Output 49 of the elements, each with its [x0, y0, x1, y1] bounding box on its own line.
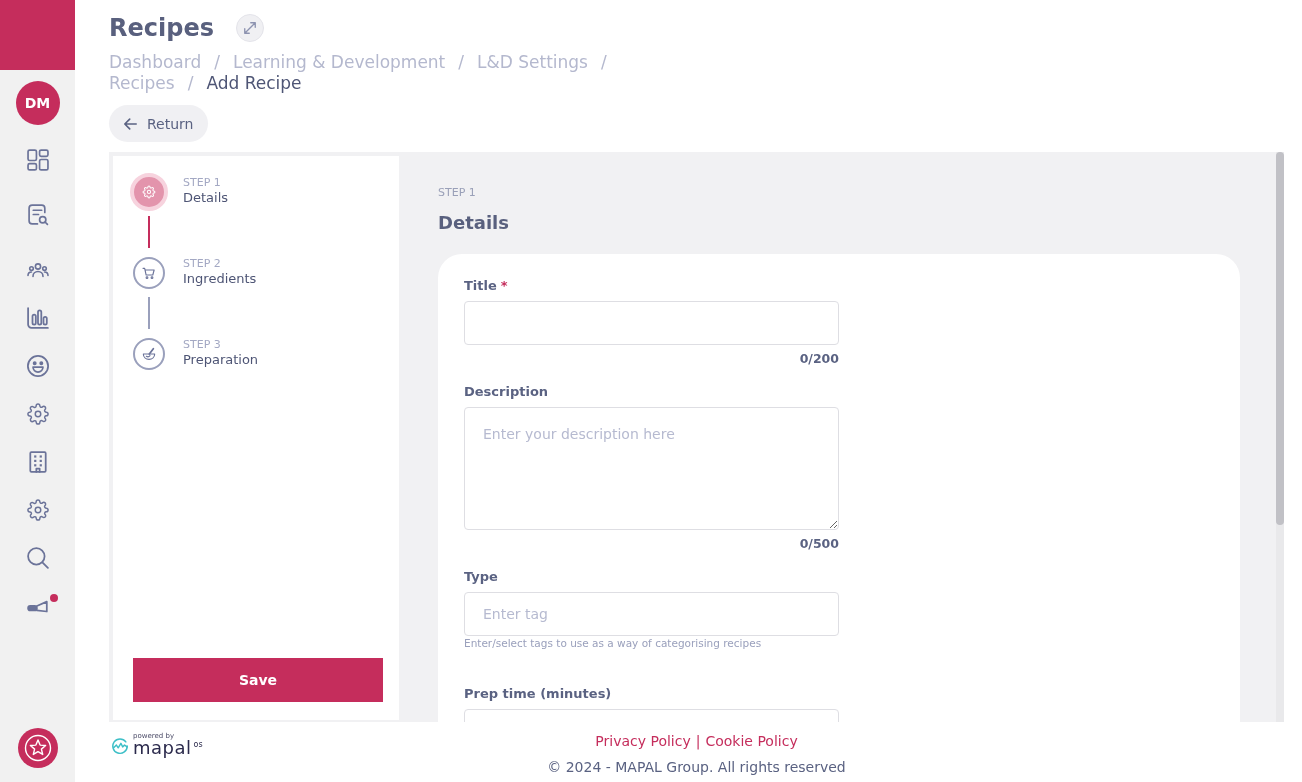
step-number: STEP 1: [183, 176, 221, 190]
character-counter: 0/500: [799, 536, 839, 552]
expand-icon: [243, 22, 256, 34]
field-hint: Enter/select tags to use as a way of categorising recipes: [464, 637, 762, 650]
footer-link[interactable]: Cookie Policy: [705, 731, 798, 751]
step-number: STEP 2: [183, 257, 221, 271]
step-connector: [148, 297, 150, 329]
logo-suffix: os: [193, 740, 203, 749]
document-search-icon[interactable]: [26, 204, 49, 226]
return-button[interactable]: Return: [109, 105, 209, 142]
breadcrumb-separator: /: [187, 73, 194, 94]
bar-chart-icon[interactable]: [26, 307, 49, 329]
expand-button[interactable]: [235, 14, 264, 42]
breadcrumb-separator: /: [214, 52, 220, 73]
step-title[interactable]: Ingredients: [183, 271, 257, 287]
link-separator: |: [695, 732, 701, 751]
breadcrumb-separator: /: [458, 52, 464, 73]
section-step-label: STEP 1: [438, 186, 476, 200]
step-connector: [148, 216, 150, 248]
copyright-text: © 2024 - MAPAL Group. All rights reserved: [547, 758, 846, 777]
save-button[interactable]: Save: [133, 658, 383, 702]
textarea-field[interactable]: Enter your description here: [464, 407, 839, 530]
breadcrumb-current: Add Recipe: [206, 73, 302, 94]
character-counter: 0/200: [799, 351, 839, 367]
wave-logo-icon: [111, 737, 129, 755]
field-label: Prep time (minutes): [464, 685, 612, 703]
search-icon[interactable]: [26, 547, 49, 569]
avatar[interactable]: DM: [15, 81, 60, 125]
arrow-left-icon: [124, 117, 137, 130]
step-number: STEP 3: [183, 338, 221, 352]
tag-input-field[interactable]: Enter tag: [464, 592, 839, 636]
logo-wordmark: mapal: [133, 740, 192, 756]
settings-icon[interactable]: [26, 499, 49, 521]
field-label: Type: [464, 568, 498, 586]
field-label: Title *: [464, 277, 508, 295]
section-heading: Details: [438, 211, 509, 235]
step-title[interactable]: Details: [183, 190, 229, 206]
scrollbar-thumb[interactable]: [1276, 152, 1284, 525]
input-field[interactable]: [464, 301, 839, 345]
dashboard-icon[interactable]: [26, 149, 49, 171]
breadcrumb-separator: /: [600, 52, 607, 73]
smiley-icon[interactable]: [26, 355, 49, 377]
step-title[interactable]: Preparation: [183, 352, 259, 368]
page-title: Recipes: [109, 13, 214, 44]
footer-link[interactable]: Privacy Policy: [595, 731, 691, 751]
building-icon[interactable]: [26, 451, 49, 473]
field-label: Description: [464, 383, 549, 401]
settings-icon[interactable]: [26, 403, 49, 425]
scrollbar[interactable]: [1276, 152, 1284, 722]
